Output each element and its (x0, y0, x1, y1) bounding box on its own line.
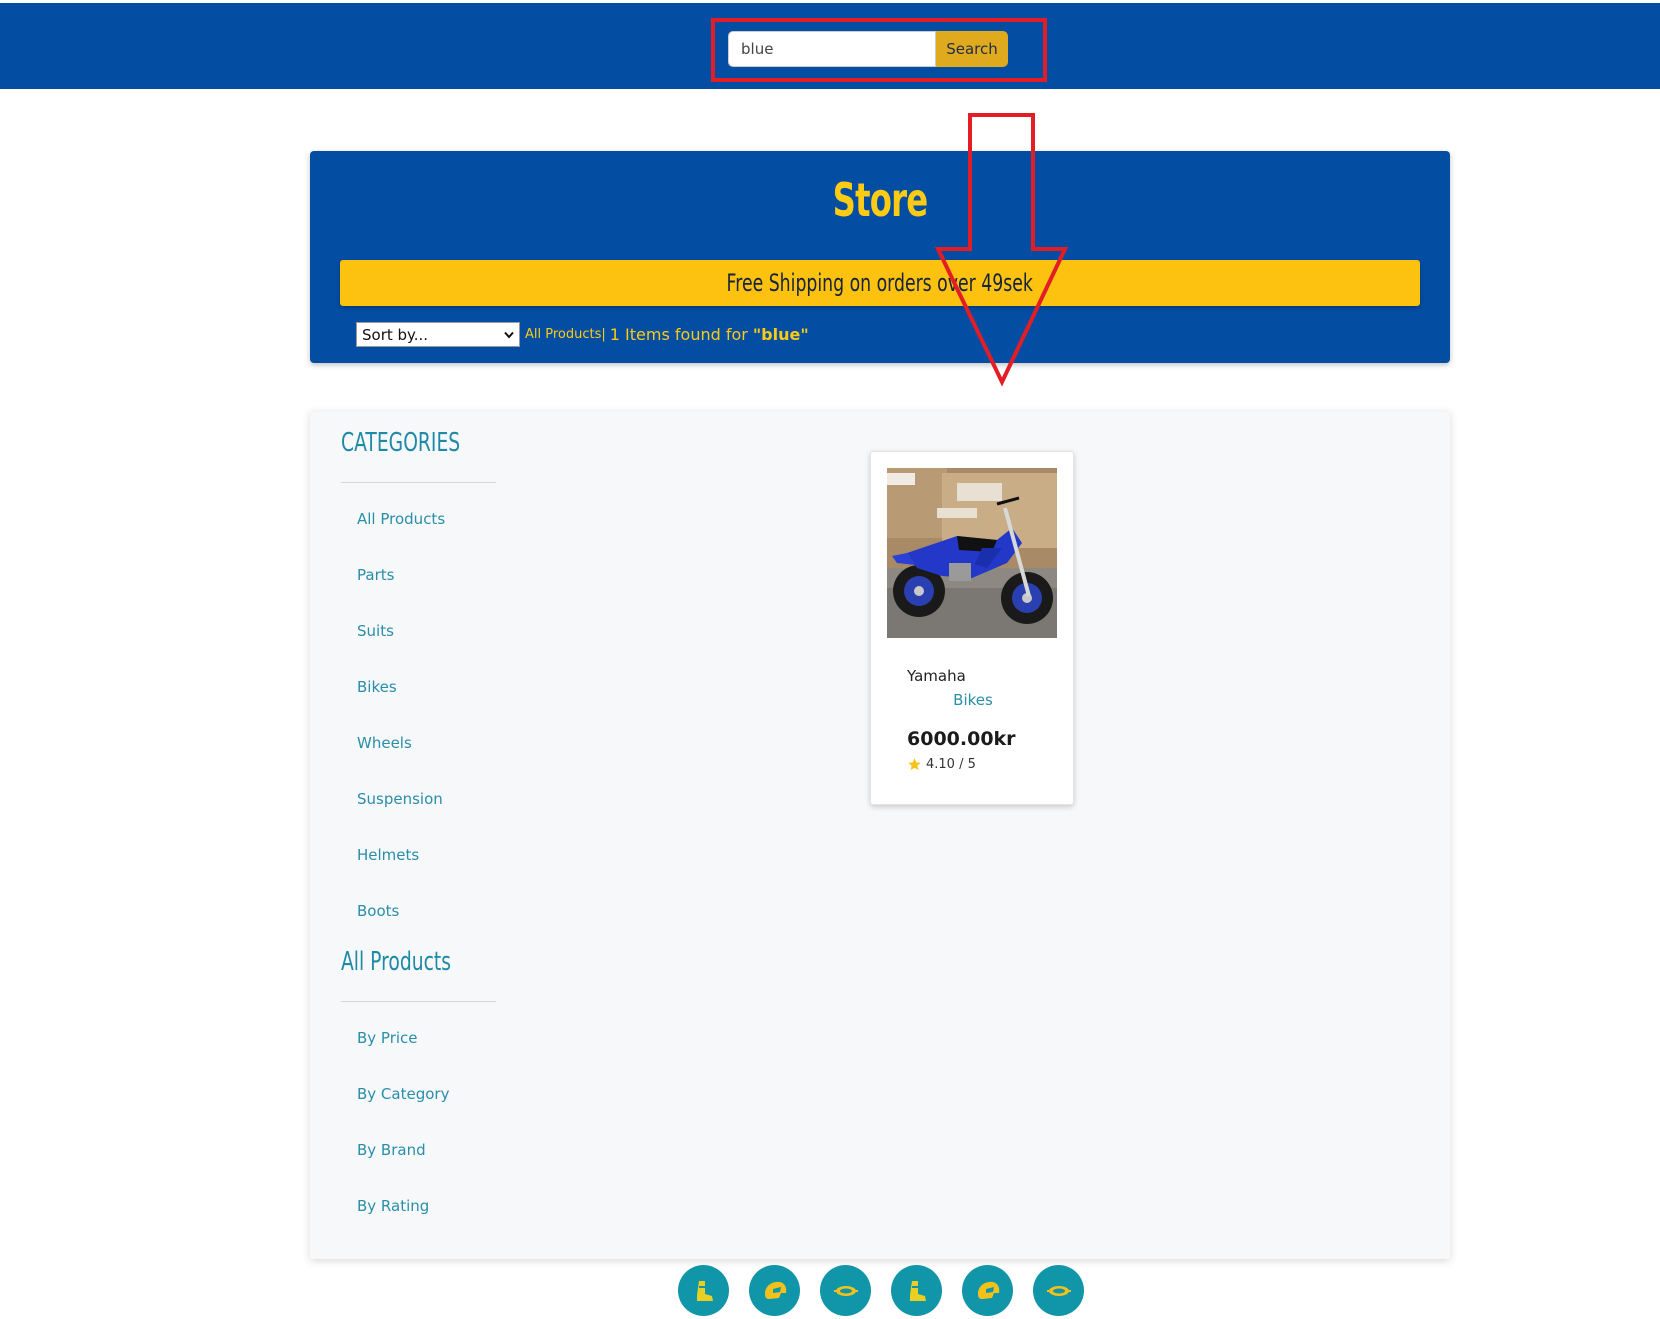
divider (341, 482, 496, 483)
category-suspension[interactable]: Suspension (357, 790, 443, 808)
product-price: 6000.00kr (907, 728, 1016, 750)
product-category[interactable]: Bikes (871, 691, 1075, 709)
rating-text: 4.10 / 5 (926, 757, 976, 772)
search-bar: Search (728, 31, 1008, 67)
category-parts[interactable]: Parts (357, 566, 394, 584)
search-button[interactable]: Search (936, 31, 1008, 67)
category-suits[interactable]: Suits (357, 622, 394, 640)
results-count: 1 Items found for (609, 325, 748, 344)
star-icon (908, 758, 921, 771)
product-card[interactable]: Yamaha Bikes 6000.00kr 4.10 / 5 (870, 451, 1074, 805)
categories-heading: CATEGORIES (341, 428, 461, 458)
main-panel: CATEGORIES All Products Parts Suits Bike… (310, 411, 1450, 1259)
boot-icon[interactable] (891, 1265, 942, 1316)
sort-heading: All Products (341, 947, 451, 977)
shipping-banner: Free Shipping on orders over 49sek (340, 260, 1420, 306)
sort-by-price[interactable]: By Price (357, 1029, 418, 1047)
category-helmets[interactable]: Helmets (357, 846, 419, 864)
category-boots[interactable]: Boots (357, 902, 399, 920)
product-name[interactable]: Yamaha (907, 667, 966, 685)
dirt-bike-image (887, 468, 1057, 638)
sort-select-value: Sort by... (362, 325, 429, 344)
top-navbar: Search (0, 3, 1660, 89)
category-all-products[interactable]: All Products (357, 510, 445, 528)
search-input[interactable] (728, 31, 936, 67)
category-wheels[interactable]: Wheels (357, 734, 412, 752)
store-header: Store Free Shipping on orders over 49sek… (310, 151, 1450, 363)
breadcrumb-all-products[interactable]: All Products (525, 327, 601, 342)
sort-select[interactable]: Sort by... (356, 322, 520, 347)
goggles-icon[interactable] (1033, 1265, 1084, 1316)
sort-by-rating[interactable]: By Rating (357, 1197, 429, 1215)
product-rating: 4.10 / 5 (907, 757, 976, 772)
search-term: "blue" (752, 325, 809, 344)
page-title: Store (832, 173, 929, 227)
chevron-down-icon (504, 331, 514, 339)
breadcrumb-separator: | (601, 327, 606, 342)
category-bikes[interactable]: Bikes (357, 678, 397, 696)
goggles-icon[interactable] (820, 1265, 871, 1316)
footer-icon-row (678, 1265, 1084, 1316)
helmet-icon[interactable] (749, 1265, 800, 1316)
boot-icon[interactable] (678, 1265, 729, 1316)
sort-by-brand[interactable]: By Brand (357, 1141, 426, 1159)
sort-row: Sort by... All Products | 1 Items found … (356, 322, 809, 347)
divider (341, 1001, 496, 1002)
product-image[interactable] (887, 468, 1057, 638)
annotation-arrow (934, 113, 1069, 387)
helmet-icon[interactable] (962, 1265, 1013, 1316)
sort-by-category[interactable]: By Category (357, 1085, 449, 1103)
